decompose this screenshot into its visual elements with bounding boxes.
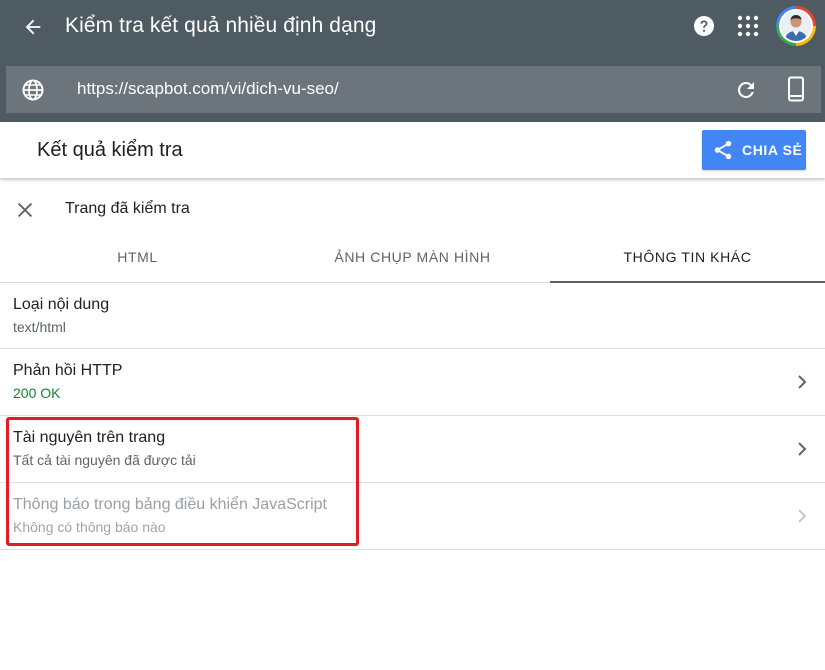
row-subtitle: Không có thông báo nào <box>13 519 166 535</box>
info-list: Loại nội dung text/html Phản hồi HTTP 20… <box>0 283 825 550</box>
url-text: https://scapbot.com/vi/dich-vu-seo/ <box>77 79 339 98</box>
refresh-button[interactable] <box>734 78 758 102</box>
tab-more-info[interactable]: THÔNG TIN KHÁC <box>550 232 825 283</box>
mobile-view-button[interactable] <box>784 76 808 102</box>
tab-screenshot[interactable]: ẢNH CHỤP MÀN HÌNH <box>275 232 550 282</box>
apps-grid-icon <box>737 15 759 37</box>
chevron-right-icon <box>798 509 807 523</box>
tab-html[interactable]: HTML <box>0 232 275 282</box>
row-title: Phản hồi HTTP <box>13 362 123 379</box>
result-header: Kết quả kiểm tra CHIA SẺ <box>0 122 825 178</box>
globe-icon <box>22 79 44 101</box>
back-button[interactable] <box>18 12 48 42</box>
list-item-content-type: Loại nội dung text/html <box>0 283 825 349</box>
apps-button[interactable] <box>737 15 759 37</box>
help-icon <box>694 16 714 36</box>
share-button[interactable]: CHIA SẺ <box>702 130 806 170</box>
smartphone-icon <box>788 76 804 102</box>
row-subtitle: Tất cả tài nguyên đã được tải <box>13 452 196 468</box>
help-button[interactable] <box>692 14 716 38</box>
status-text: 200 OK <box>13 385 61 401</box>
row-subtitle: text/html <box>13 319 66 335</box>
panel-title: Trang đã kiểm tra <box>65 200 190 217</box>
avatar[interactable] <box>776 6 816 46</box>
app-header: Kiểm tra kết quả nhiều định dạng https:/… <box>0 0 825 122</box>
close-button[interactable] <box>14 199 36 221</box>
tested-page-panel-header: Trang đã kiểm tra <box>0 190 825 230</box>
avatar-image <box>779 9 813 43</box>
refresh-icon <box>737 81 754 98</box>
url-bar: https://scapbot.com/vi/dich-vu-seo/ <box>6 66 821 113</box>
app-title: Kiểm tra kết quả nhiều định dạng <box>65 14 377 37</box>
arrow-back-icon <box>25 19 41 35</box>
result-title: Kết quả kiểm tra <box>37 139 183 161</box>
share-icon <box>714 140 732 160</box>
list-item-http-response[interactable]: Phản hồi HTTP 200 OK <box>0 349 825 416</box>
row-title: Thông báo trong bảng điều khiển JavaScri… <box>13 496 327 513</box>
list-item-page-resources[interactable]: Tài nguyên trên trang Tất cả tài nguyên … <box>0 416 825 483</box>
row-title: Loại nội dung <box>13 296 110 313</box>
chevron-right-icon <box>798 442 807 456</box>
share-label: CHIA SẺ <box>742 142 803 158</box>
close-icon <box>17 202 33 218</box>
row-title: Tài nguyên trên trang <box>13 429 166 446</box>
chevron-right-icon <box>798 375 807 389</box>
tab-bar: HTML ẢNH CHỤP MÀN HÌNH THÔNG TIN KHÁC <box>0 232 825 283</box>
list-item-js-console-messages: Thông báo trong bảng điều khiển JavaScri… <box>0 483 825 550</box>
